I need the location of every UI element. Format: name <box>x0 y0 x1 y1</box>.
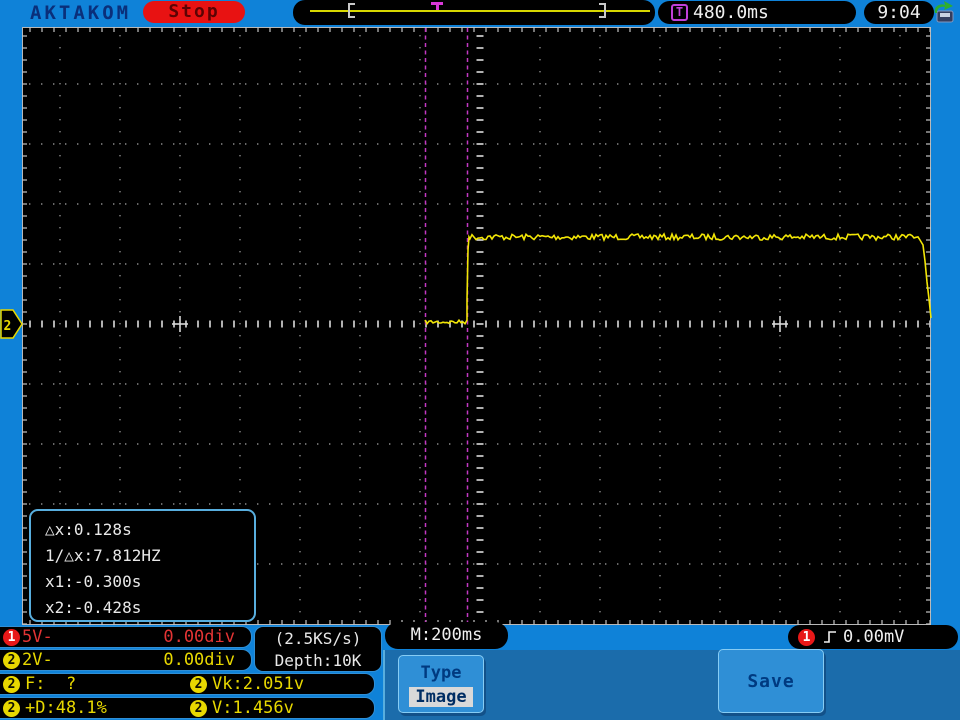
measure-v: 2 <box>190 699 207 717</box>
channel-1-scale: 5V- <box>22 627 53 647</box>
measure-duty: +D:48.1% <box>25 698 107 718</box>
channel-2-status-row: 2 2V- 0.00div <box>0 649 252 671</box>
channel-1-position: 0.00div <box>163 627 235 647</box>
trigger-channel-badge: 1 <box>798 628 815 646</box>
rising-edge-icon <box>824 631 836 643</box>
cursor-x2: x2:-0.428s <box>45 598 142 617</box>
channel-2-marker-label: 2 <box>4 319 12 334</box>
type-menu-selected-value[interactable]: Image <box>409 687 473 707</box>
cursor-delta-x: △x:0.128s <box>45 520 132 539</box>
cursor-inverse-delta-x: 1/△x:7.812HZ <box>45 546 161 565</box>
measure-ch-badge: 2 <box>3 699 20 717</box>
channel-1-status-row: 1 5V- 0.00div <box>0 626 252 648</box>
acquisition-info-box: (2.5KS/s) Depth:10K <box>254 626 382 672</box>
sample-rate: (2.5KS/s) <box>274 629 362 648</box>
trigger-status-readout: 1 0.00mV <box>788 625 958 649</box>
channel-1-badge: 1 <box>3 628 20 646</box>
measure-ch-badge: 2 <box>190 675 207 693</box>
cursor-x1: x1:-0.300s <box>45 572 142 591</box>
type-menu-button[interactable]: Type Image <box>398 655 484 713</box>
channel-2-badge: 2 <box>3 651 20 669</box>
oscilloscope-display: AKTAKOM Stop T 480.0ms 9:04 2 △x:0.128s … <box>0 0 960 720</box>
cursor-measurement-box: △x:0.128s 1/△x:7.812HZ x1:-0.300s x2:-0.… <box>29 509 256 622</box>
channel-2-position: 0.00div <box>163 650 235 670</box>
type-menu-label: Type <box>420 663 462 683</box>
measure-ch-badge: 2 <box>3 675 20 693</box>
trigger-level-value: 0.00mV <box>843 627 905 647</box>
measurement-row-1: 2 F: ? 2 Vk:2.051v <box>0 673 375 695</box>
measure-vk: Vk:2.051v <box>212 674 305 694</box>
channel-2-scale: 2V- <box>22 650 53 670</box>
measure-frequency: F: ? <box>25 674 77 694</box>
measure-v-value: V:1.456v <box>212 698 294 718</box>
measurement-row-2: 2 +D:48.1% 2 V:1.456v <box>0 697 375 719</box>
save-button[interactable]: Save <box>718 649 824 713</box>
memory-depth: Depth:10K <box>274 651 362 670</box>
status-bar: 1 5V- 0.00div 2 2V- 0.00div (2.5KS/s) De… <box>0 622 960 720</box>
save-button-label: Save <box>747 670 795 692</box>
timebase-readout: M:200ms <box>385 622 508 649</box>
